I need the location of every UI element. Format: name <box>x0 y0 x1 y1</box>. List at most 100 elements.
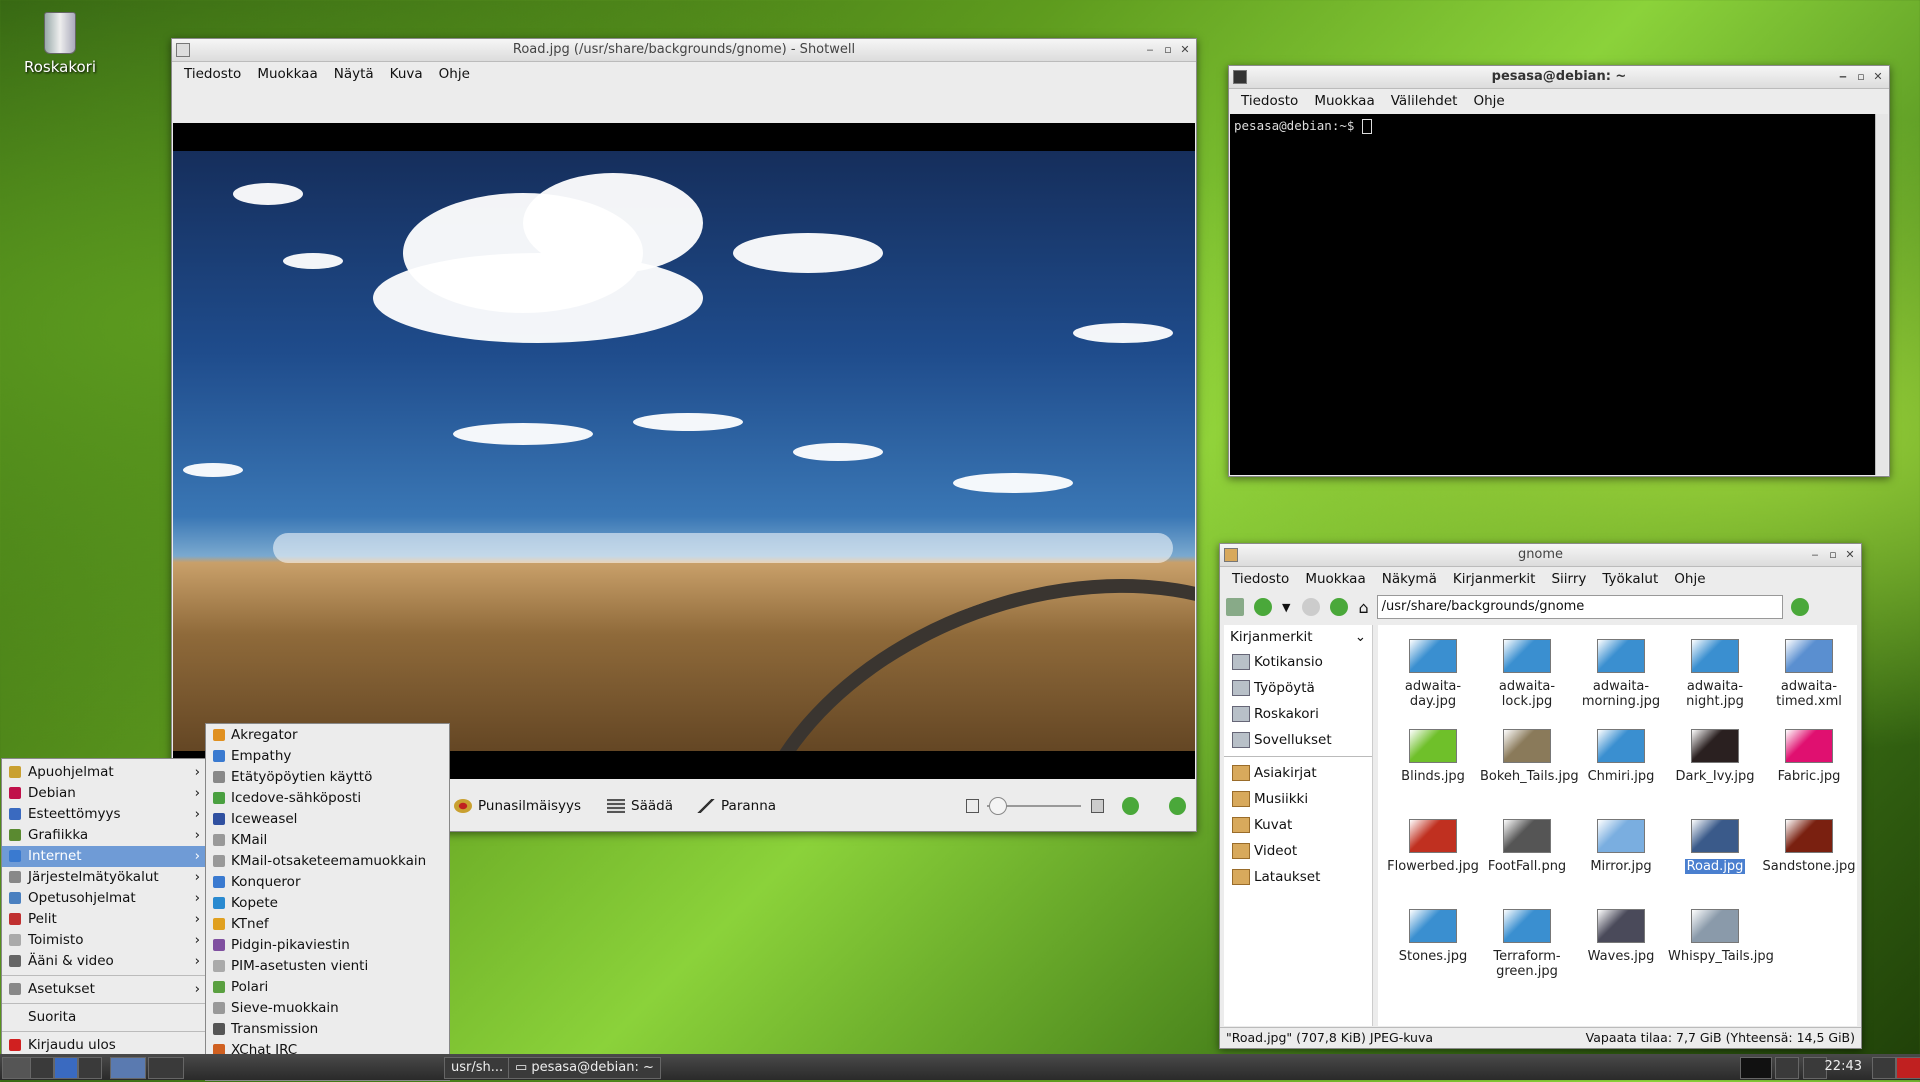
sidebar-item-ty-p-yt[interactable]: Työpöytä <box>1224 675 1372 701</box>
menu-tyokalut[interactable]: Työkalut <box>1594 571 1666 587</box>
menu-ohje[interactable]: Ohje <box>431 66 478 82</box>
menu-app-sieve-muokkain[interactable]: Sieve-muokkain <box>206 998 449 1019</box>
menu-app-kopete[interactable]: Kopete <box>206 893 449 914</box>
taskbar-shotwell[interactable]: usr/sh... <box>444 1057 511 1079</box>
photo-view[interactable] <box>173 123 1195 779</box>
show-desktop-icon[interactable] <box>78 1057 102 1079</box>
redeye-button[interactable]: Punasilmäisyys <box>454 798 581 814</box>
menu-app-icedove-s-hk-posti[interactable]: Icedove-sähköposti <box>206 788 449 809</box>
menu-app-akregator[interactable]: Akregator <box>206 725 449 746</box>
file-item[interactable]: Blinds.jpg <box>1386 723 1480 813</box>
file-item[interactable]: adwaita-lock.jpg <box>1480 633 1574 723</box>
tray-icon[interactable] <box>1775 1057 1799 1079</box>
menu-tiedosto[interactable]: Tiedosto <box>176 66 249 82</box>
menu-app-kmail[interactable]: KMail <box>206 830 449 851</box>
menu-category-ni-video[interactable]: Ääni & video › <box>2 951 206 972</box>
sidebar-item-musiikki[interactable]: Musiikki <box>1224 786 1372 812</box>
menu-category-j-rjestelm-ty-kalut[interactable]: Järjestelmätyökalut › <box>2 867 206 888</box>
menu-category-pelit[interactable]: Pelit › <box>2 909 206 930</box>
sidebar-header[interactable]: Kirjanmerkit ⌄ <box>1224 625 1372 649</box>
menu-tiedosto[interactable]: Tiedosto <box>1233 93 1306 109</box>
menu-ohje[interactable]: Ohje <box>1666 571 1713 587</box>
sidebar-item-kuvat[interactable]: Kuvat <box>1224 812 1372 838</box>
menu-muokkaa[interactable]: Muokkaa <box>249 66 325 82</box>
menu-app-transmission[interactable]: Transmission <box>206 1019 449 1040</box>
shotwell-titlebar[interactable]: Road.jpg (/usr/share/backgrounds/gnome) … <box>172 39 1196 62</box>
menu-ohje[interactable]: Ohje <box>1465 93 1512 109</box>
menu-kuva[interactable]: Kuva <box>382 66 431 82</box>
file-item[interactable]: Road.jpg <box>1668 813 1762 903</box>
file-item[interactable]: Mirror.jpg <box>1574 813 1668 903</box>
file-item[interactable]: Whispy_Tails.jpg <box>1668 903 1774 993</box>
power-icon[interactable] <box>1896 1057 1920 1079</box>
menu-muokkaa[interactable]: Muokkaa <box>1297 571 1373 587</box>
menu-category-apuohjelmat[interactable]: Apuohjelmat › <box>2 762 206 783</box>
workspace-2[interactable] <box>148 1057 184 1079</box>
network-icon[interactable] <box>1803 1057 1827 1079</box>
zoom-slider-handle[interactable] <box>989 797 1008 815</box>
menu-settings[interactable]: Asetukset › <box>2 979 206 1000</box>
menu-app-pim-asetusten-vienti[interactable]: PIM-asetusten vienti <box>206 956 449 977</box>
home-icon[interactable]: ⌂ <box>1358 598 1368 617</box>
menu-logout[interactable]: Kirjaudu ulos <box>2 1035 206 1056</box>
taskbar-terminal[interactable]: ▭ pesasa@debian: ~ <box>508 1057 661 1079</box>
file-item[interactable]: Flowerbed.jpg <box>1386 813 1480 903</box>
fm-titlebar[interactable]: gnome ‒ ▫ ✕ <box>1220 544 1861 567</box>
menu-app-empathy[interactable]: Empathy <box>206 746 449 767</box>
menu-category-esteett-myys[interactable]: Esteettömyys › <box>2 804 206 825</box>
menu-run[interactable]: Suorita <box>2 1007 206 1028</box>
menu-app-pidgin-pikaviestin[interactable]: Pidgin-pikaviestin <box>206 935 449 956</box>
file-item[interactable]: Terraform-green.jpg <box>1480 903 1574 993</box>
sidebar-item-roskakori[interactable]: Roskakori <box>1224 701 1372 727</box>
menu-app-kmail-otsaketeemamuokkain[interactable]: KMail-otsaketeemamuokkain <box>206 851 449 872</box>
menu-category-internet[interactable]: Internet › <box>2 846 206 867</box>
sidebar-item-kotikansio[interactable]: Kotikansio <box>1224 649 1372 675</box>
minimize-icon[interactable]: ‒ <box>1142 39 1158 61</box>
terminal-titlebar[interactable]: pesasa@debian: ~ ‒ ▫ ✕ <box>1229 66 1889 89</box>
menu-launcher-icon[interactable] <box>2 1057 32 1079</box>
workspace-1[interactable] <box>110 1057 146 1079</box>
menu-nakyma[interactable]: Näkymä <box>1374 571 1445 587</box>
menu-valilehdet[interactable]: Välilehdet <box>1383 93 1466 109</box>
browser-launcher-icon[interactable] <box>54 1057 78 1079</box>
menu-app-iceweasel[interactable]: Iceweasel <box>206 809 449 830</box>
zoom-out-icon[interactable] <box>966 799 980 813</box>
file-item[interactable]: Bokeh_Tails.jpg <box>1480 723 1579 813</box>
clock[interactable]: 22:43 <box>1825 1054 1862 1080</box>
terminal-scrollbar[interactable] <box>1875 114 1888 475</box>
menu-category-debian[interactable]: Debian › <box>2 783 206 804</box>
file-item[interactable]: Fabric.jpg <box>1762 723 1856 813</box>
sidebar-item-sovellukset[interactable]: Sovellukset <box>1224 727 1372 753</box>
file-item[interactable]: adwaita-day.jpg <box>1386 633 1480 723</box>
menu-app-et-ty-p-ytien-k-ytt[interactable]: Etätyöpöytien käyttö <box>206 767 449 788</box>
terminal-output[interactable]: pesasa@debian:~$ <box>1230 114 1875 475</box>
close-icon[interactable]: ✕ <box>1870 66 1886 88</box>
volume-icon[interactable] <box>1872 1057 1896 1079</box>
menu-nayta[interactable]: Näytä <box>326 66 382 82</box>
back-icon[interactable] <box>1254 598 1272 616</box>
file-item[interactable]: Dark_Ivy.jpg <box>1668 723 1762 813</box>
history-dropdown-icon[interactable]: ▼ <box>1282 601 1290 614</box>
menu-tiedosto[interactable]: Tiedosto <box>1224 571 1297 587</box>
file-item[interactable]: FootFall.png <box>1480 813 1574 903</box>
trash-desktop-icon[interactable]: Roskakori <box>14 12 106 76</box>
close-icon[interactable]: ✕ <box>1842 544 1858 566</box>
menu-category-toimisto[interactable]: Toimisto › <box>2 930 206 951</box>
maximize-icon[interactable]: ▫ <box>1825 544 1841 566</box>
file-item[interactable]: Sandstone.jpg <box>1762 813 1856 903</box>
file-item[interactable]: adwaita-morning.jpg <box>1574 633 1668 723</box>
file-item[interactable]: adwaita-timed.xml <box>1762 633 1856 723</box>
enhance-button[interactable]: Paranna <box>697 798 776 814</box>
go-icon[interactable] <box>1790 598 1809 616</box>
file-item[interactable]: Stones.jpg <box>1386 903 1480 993</box>
menu-category-grafiikka[interactable]: Grafiikka › <box>2 825 206 846</box>
file-manager-launcher-icon[interactable] <box>30 1057 54 1079</box>
file-item[interactable]: adwaita-night.jpg <box>1668 633 1762 723</box>
menu-category-opetusohjelmat[interactable]: Opetusohjelmat › <box>2 888 206 909</box>
minimize-icon[interactable]: ‒ <box>1835 66 1851 88</box>
previous-photo-icon[interactable] <box>1122 797 1140 815</box>
menu-app-konqueror[interactable]: Konqueror <box>206 872 449 893</box>
sidebar-toggle-icon[interactable] <box>1226 598 1244 616</box>
menu-app-polari[interactable]: Polari <box>206 977 449 998</box>
up-icon[interactable] <box>1330 598 1349 616</box>
